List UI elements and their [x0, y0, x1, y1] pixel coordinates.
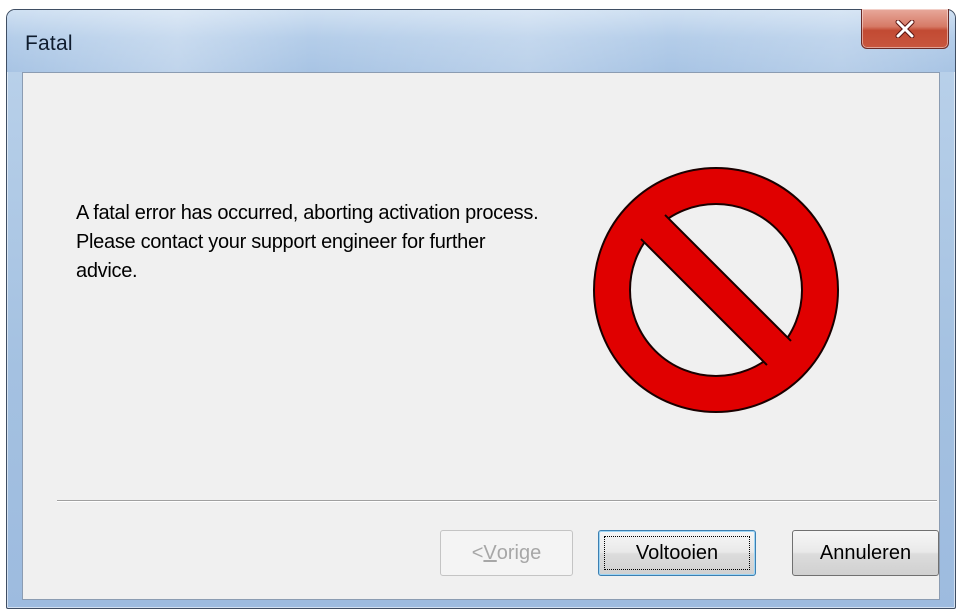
cancel-button[interactable]: Annuleren — [792, 530, 939, 576]
dialog-content: A fatal error has occurred, aborting act… — [22, 72, 940, 600]
finish-button-label: Voltooien — [635, 541, 719, 564]
previous-button-label: orige — [496, 541, 542, 564]
previous-button-prefix: < — [471, 541, 484, 564]
title-bar[interactable]: Fatal — [7, 9, 955, 72]
previous-button-mnemonic: V — [483, 541, 497, 564]
previous-button[interactable]: < Vorige — [440, 530, 573, 576]
finish-button[interactable]: Voltooien — [598, 530, 756, 576]
close-icon — [895, 19, 915, 38]
window-title: Fatal — [25, 32, 73, 55]
prohibition-stop-icon — [593, 167, 839, 413]
cancel-button-label: Annuleren — [819, 541, 912, 564]
error-message: A fatal error has occurred, aborting act… — [76, 202, 539, 282]
dialog-window: Fatal A fatal error has occurred, aborti… — [6, 9, 956, 609]
close-button[interactable] — [861, 9, 949, 49]
button-separator — [57, 500, 937, 502]
